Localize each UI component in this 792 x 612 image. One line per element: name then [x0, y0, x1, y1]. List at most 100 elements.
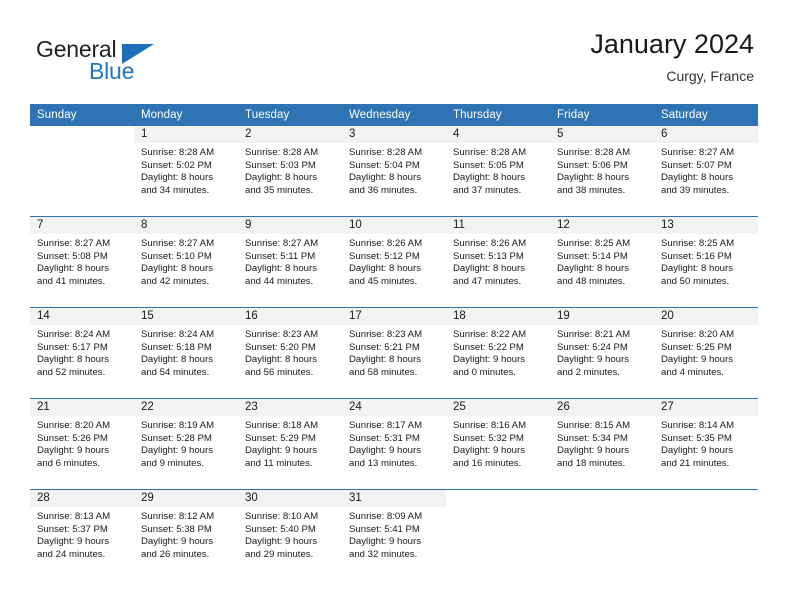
day-cell[interactable]: 31 Sunrise: 8:09 AM Sunset: 5:41 PM Dayl…	[342, 489, 446, 580]
daylight-line-2: and 24 minutes.	[37, 548, 106, 560]
sunrise-line: Sunrise: 8:27 AM	[37, 238, 111, 249]
daylight-line-1: Daylight: 8 hours	[37, 354, 109, 366]
daylight-line-1: Daylight: 8 hours	[245, 354, 317, 366]
day-cell[interactable]: 20 Sunrise: 8:20 AM Sunset: 5:25 PM Dayl…	[654, 307, 758, 399]
day-cell[interactable]: 27 Sunrise: 8:14 AM Sunset: 5:35 PM Dayl…	[654, 398, 758, 490]
sunset-line: Sunset: 5:32 PM	[453, 432, 524, 444]
daylight-line-1: Daylight: 8 hours	[453, 263, 525, 275]
calendar-week-row: 7 Sunrise: 8:27 AM Sunset: 5:08 PM Dayli…	[30, 216, 758, 308]
day-cell[interactable]: 17 Sunrise: 8:23 AM Sunset: 5:21 PM Dayl…	[342, 307, 446, 399]
daylight-line-1: Daylight: 8 hours	[349, 263, 421, 275]
daylight-line-2: and 0 minutes.	[453, 366, 516, 378]
day-cell[interactable]: 1 Sunrise: 8:28 AM Sunset: 5:02 PM Dayli…	[134, 126, 238, 217]
day-details: Sunrise: 8:17 AM Sunset: 5:31 PM Dayligh…	[342, 416, 446, 470]
daylight-line-2: and 37 minutes.	[453, 184, 522, 196]
day-number: 13	[654, 217, 758, 234]
day-number: 5	[550, 126, 654, 143]
day-details: Sunrise: 8:15 AM Sunset: 5:34 PM Dayligh…	[550, 416, 654, 470]
day-cell[interactable]	[30, 126, 134, 217]
sunset-line: Sunset: 5:18 PM	[141, 341, 212, 353]
sunset-line: Sunset: 5:41 PM	[349, 523, 420, 535]
day-cell[interactable]: 11 Sunrise: 8:26 AM Sunset: 5:13 PM Dayl…	[446, 216, 550, 308]
daylight-line-2: and 18 minutes.	[557, 457, 626, 469]
daylight-line-2: and 6 minutes.	[37, 457, 100, 469]
day-cell[interactable]: 9 Sunrise: 8:27 AM Sunset: 5:11 PM Dayli…	[238, 216, 342, 308]
daylight-line-2: and 36 minutes.	[349, 184, 418, 196]
sunrise-line: Sunrise: 8:19 AM	[141, 420, 215, 431]
sunrise-line: Sunrise: 8:15 AM	[557, 420, 631, 431]
sunrise-line: Sunrise: 8:21 AM	[557, 329, 631, 340]
day-number: 22	[134, 399, 238, 416]
general-blue-logo[interactable]: General Blue	[36, 36, 226, 88]
sunrise-line: Sunrise: 8:23 AM	[245, 329, 319, 340]
day-details: Sunrise: 8:25 AM Sunset: 5:16 PM Dayligh…	[654, 234, 758, 288]
day-cell[interactable]: 4 Sunrise: 8:28 AM Sunset: 5:05 PM Dayli…	[446, 126, 550, 217]
day-details: Sunrise: 8:27 AM Sunset: 5:08 PM Dayligh…	[30, 234, 134, 288]
day-cell[interactable]: 15 Sunrise: 8:24 AM Sunset: 5:18 PM Dayl…	[134, 307, 238, 399]
sunset-line: Sunset: 5:28 PM	[141, 432, 212, 444]
day-cell[interactable]: 5 Sunrise: 8:28 AM Sunset: 5:06 PM Dayli…	[550, 126, 654, 217]
sunset-line: Sunset: 5:40 PM	[245, 523, 316, 535]
daylight-line-2: and 13 minutes.	[349, 457, 418, 469]
sunset-line: Sunset: 5:05 PM	[453, 159, 524, 171]
day-cell[interactable]: 13 Sunrise: 8:25 AM Sunset: 5:16 PM Dayl…	[654, 216, 758, 308]
calendar-page: General Blue January 2024 Curgy, France …	[0, 0, 792, 612]
day-cell[interactable]: 10 Sunrise: 8:26 AM Sunset: 5:12 PM Dayl…	[342, 216, 446, 308]
daylight-line-1: Daylight: 8 hours	[661, 263, 733, 275]
day-cell[interactable]: 6 Sunrise: 8:27 AM Sunset: 5:07 PM Dayli…	[654, 126, 758, 217]
day-cell[interactable]: 14 Sunrise: 8:24 AM Sunset: 5:17 PM Dayl…	[30, 307, 134, 399]
weekday-header-friday: Friday	[550, 104, 654, 126]
weekday-header-sunday: Sunday	[30, 104, 134, 126]
day-cell[interactable]	[550, 489, 654, 580]
title-block: January 2024 Curgy, France	[590, 28, 754, 86]
sunset-line: Sunset: 5:34 PM	[557, 432, 628, 444]
day-cell[interactable]: 29 Sunrise: 8:12 AM Sunset: 5:38 PM Dayl…	[134, 489, 238, 580]
calendar-week-row: 1 Sunrise: 8:28 AM Sunset: 5:02 PM Dayli…	[30, 126, 758, 217]
day-number: 25	[446, 399, 550, 416]
sunrise-line: Sunrise: 8:27 AM	[141, 238, 215, 249]
day-cell[interactable]: 18 Sunrise: 8:22 AM Sunset: 5:22 PM Dayl…	[446, 307, 550, 399]
weekday-header-saturday: Saturday	[654, 104, 758, 126]
sunrise-line: Sunrise: 8:26 AM	[349, 238, 423, 249]
day-cell[interactable]: 25 Sunrise: 8:16 AM Sunset: 5:32 PM Dayl…	[446, 398, 550, 490]
day-cell[interactable]: 30 Sunrise: 8:10 AM Sunset: 5:40 PM Dayl…	[238, 489, 342, 580]
day-details: Sunrise: 8:28 AM Sunset: 5:05 PM Dayligh…	[446, 143, 550, 197]
sunrise-line: Sunrise: 8:25 AM	[661, 238, 735, 249]
day-cell[interactable]: 21 Sunrise: 8:20 AM Sunset: 5:26 PM Dayl…	[30, 398, 134, 490]
daylight-line-1: Daylight: 9 hours	[37, 536, 109, 548]
daylight-line-2: and 35 minutes.	[245, 184, 314, 196]
day-cell[interactable]: 19 Sunrise: 8:21 AM Sunset: 5:24 PM Dayl…	[550, 307, 654, 399]
sunset-line: Sunset: 5:22 PM	[453, 341, 524, 353]
daylight-line-2: and 2 minutes.	[557, 366, 620, 378]
day-cell[interactable]: 2 Sunrise: 8:28 AM Sunset: 5:03 PM Dayli…	[238, 126, 342, 217]
sunrise-line: Sunrise: 8:12 AM	[141, 511, 215, 522]
daylight-line-1: Daylight: 9 hours	[141, 536, 213, 548]
daylight-line-1: Daylight: 9 hours	[245, 445, 317, 457]
day-cell[interactable]: 3 Sunrise: 8:28 AM Sunset: 5:04 PM Dayli…	[342, 126, 446, 217]
calendar-table: Sunday Monday Tuesday Wednesday Thursday…	[30, 104, 758, 580]
day-number: 24	[342, 399, 446, 416]
day-cell[interactable]: 7 Sunrise: 8:27 AM Sunset: 5:08 PM Dayli…	[30, 216, 134, 308]
sunset-line: Sunset: 5:02 PM	[141, 159, 212, 171]
day-cell[interactable]: 8 Sunrise: 8:27 AM Sunset: 5:10 PM Dayli…	[134, 216, 238, 308]
day-number: 3	[342, 126, 446, 143]
day-number: 26	[550, 399, 654, 416]
sunrise-line: Sunrise: 8:28 AM	[141, 147, 215, 158]
sunset-line: Sunset: 5:11 PM	[245, 250, 316, 262]
day-cell[interactable]: 16 Sunrise: 8:23 AM Sunset: 5:20 PM Dayl…	[238, 307, 342, 399]
daylight-line-2: and 54 minutes.	[141, 366, 210, 378]
day-cell[interactable]: 12 Sunrise: 8:25 AM Sunset: 5:14 PM Dayl…	[550, 216, 654, 308]
day-number: 31	[342, 490, 446, 507]
day-cell[interactable]: 26 Sunrise: 8:15 AM Sunset: 5:34 PM Dayl…	[550, 398, 654, 490]
day-cell[interactable]: 22 Sunrise: 8:19 AM Sunset: 5:28 PM Dayl…	[134, 398, 238, 490]
day-details: Sunrise: 8:18 AM Sunset: 5:29 PM Dayligh…	[238, 416, 342, 470]
day-cell[interactable]	[446, 489, 550, 580]
daylight-line-2: and 11 minutes.	[245, 457, 313, 469]
day-cell[interactable]	[654, 489, 758, 580]
day-cell[interactable]: 23 Sunrise: 8:18 AM Sunset: 5:29 PM Dayl…	[238, 398, 342, 490]
day-cell[interactable]: 24 Sunrise: 8:17 AM Sunset: 5:31 PM Dayl…	[342, 398, 446, 490]
day-cell[interactable]: 28 Sunrise: 8:13 AM Sunset: 5:37 PM Dayl…	[30, 489, 134, 580]
sunset-line: Sunset: 5:13 PM	[453, 250, 524, 262]
day-details: Sunrise: 8:27 AM Sunset: 5:10 PM Dayligh…	[134, 234, 238, 288]
weekday-header-tuesday: Tuesday	[238, 104, 342, 126]
